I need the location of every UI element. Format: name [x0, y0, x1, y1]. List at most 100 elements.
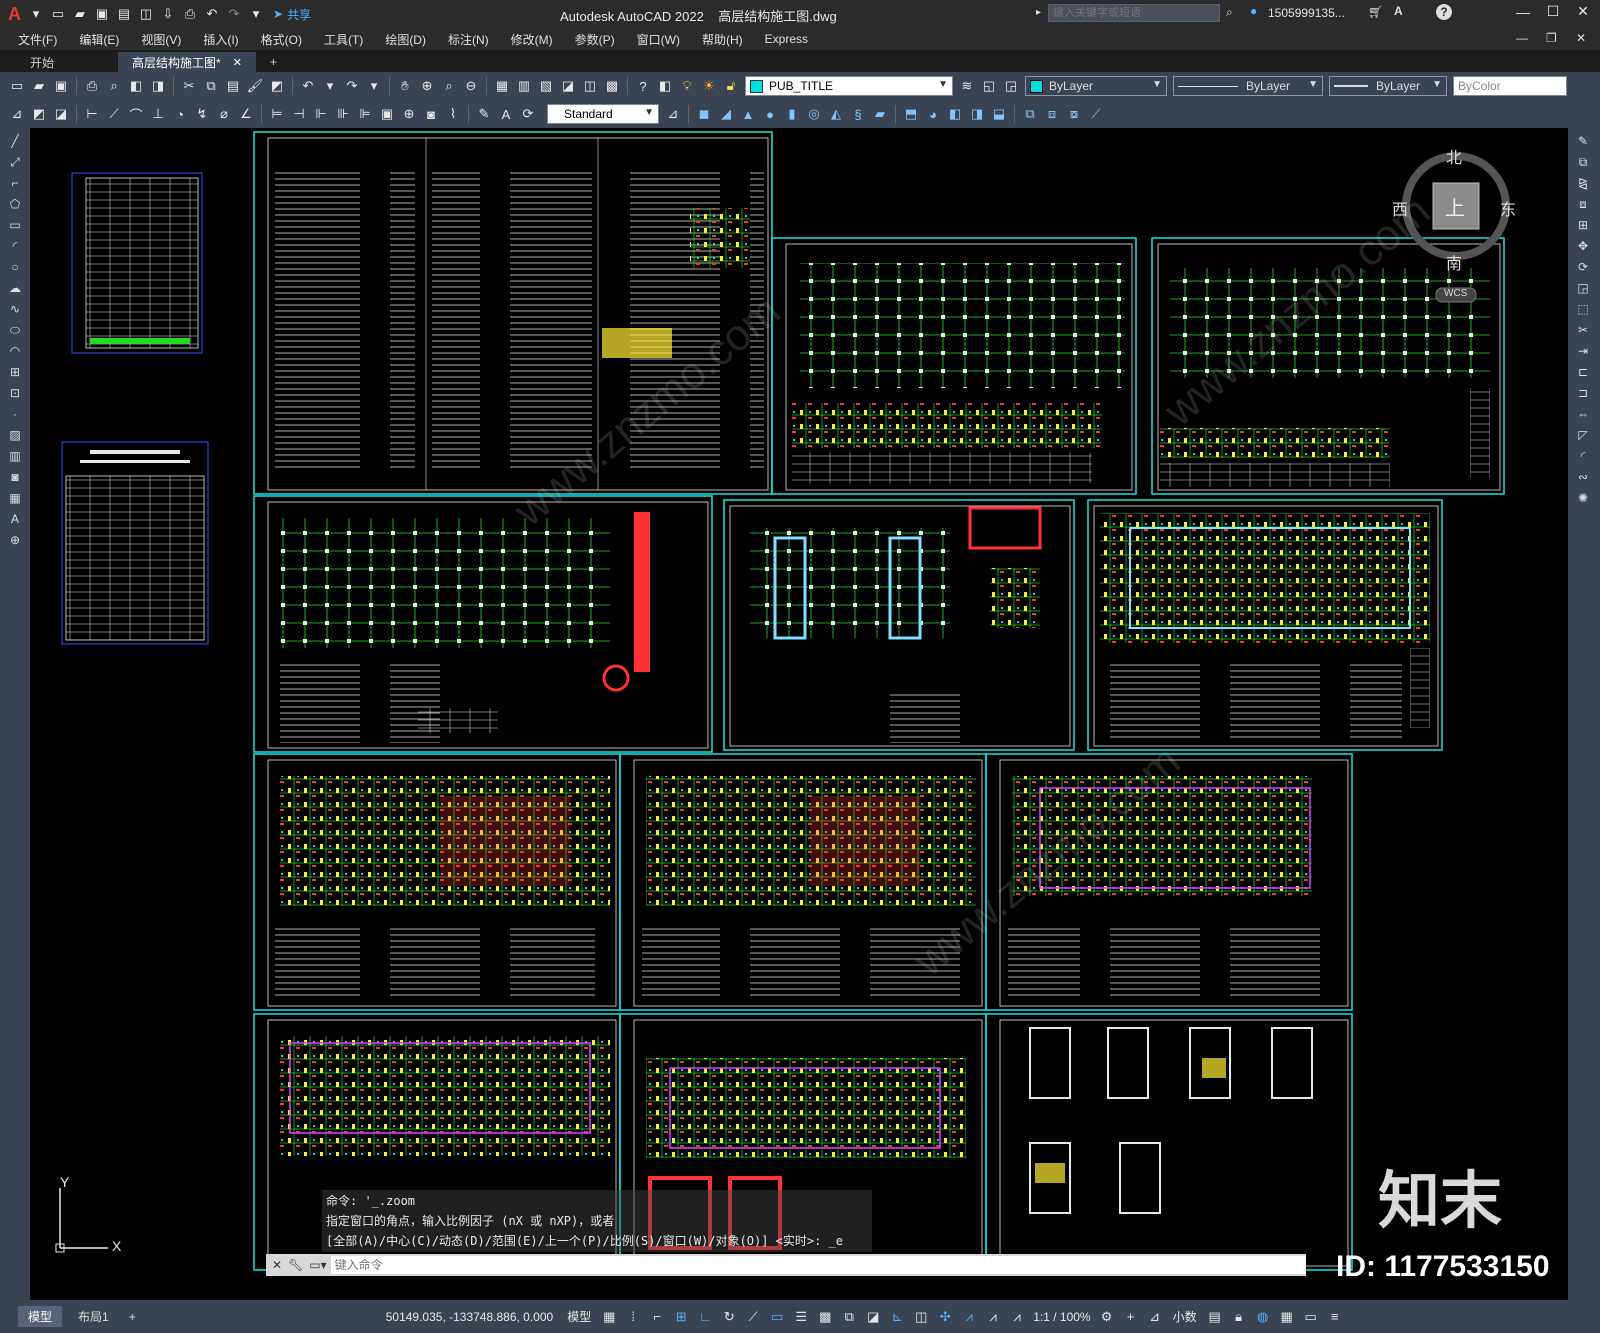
revolve-icon[interactable]: ◕ [924, 105, 942, 123]
center-mark-icon[interactable]: ⊕ [400, 105, 418, 123]
lineweight-dropdown[interactable]: ByLayer ▼ [1329, 76, 1447, 96]
properties-icon[interactable]: ▦ [493, 77, 511, 95]
rectangle-icon[interactable]: ▭ [6, 217, 24, 233]
scale-icon[interactable]: ◲ [1574, 280, 1592, 296]
tab-close-icon[interactable]: ✕ [233, 56, 242, 69]
plot-icon[interactable]: ⎙ [83, 77, 101, 95]
polygon-icon[interactable]: ⬠ [6, 196, 24, 212]
selection-filter-icon[interactable]: ◫ [911, 1308, 931, 1326]
menu-draw[interactable]: 绘图(D) [379, 31, 432, 48]
isodraft-icon[interactable]: ⟋ [743, 1308, 763, 1326]
paste-icon[interactable]: ▤ [224, 77, 242, 95]
arc-length-icon[interactable]: ⌒ [127, 105, 145, 123]
trim-icon[interactable]: ✂ [1574, 322, 1592, 338]
model-space-canvas[interactable]: www.znzmo.com www.znzmo.com www.znzmo.co… [30, 128, 1568, 1300]
selection-cycling-icon[interactable]: ⧉ [839, 1308, 859, 1326]
arc-icon[interactable]: ◜ [6, 238, 24, 254]
extrude-icon[interactable]: ⬒ [902, 105, 920, 123]
helix-icon[interactable]: § [849, 105, 867, 123]
clean-screen-icon[interactable]: ▭ [1301, 1308, 1321, 1326]
open-folder-icon[interactable]: ▰ [71, 5, 89, 23]
dwf-icon[interactable]: ◨ [149, 77, 167, 95]
model-space-button[interactable]: 模型 [567, 1308, 591, 1325]
jogged-linear-icon[interactable]: ⌇ [444, 105, 462, 123]
slice-icon[interactable]: ⟋ [1087, 105, 1105, 123]
layer-on-icon[interactable]: 💡︎ [678, 77, 696, 95]
copy-object-icon[interactable]: ⧉ [1574, 154, 1592, 170]
copy-icon[interactable]: ⧉ [202, 77, 220, 95]
extend-icon[interactable]: ⇥ [1574, 343, 1592, 359]
close-button[interactable]: ✕ [1568, 3, 1598, 20]
gizmo-icon[interactable]: ✣ [935, 1308, 955, 1326]
layer-manager-icon[interactable]: ◧ [656, 77, 674, 95]
redo-icon[interactable]: ↷ [225, 5, 243, 23]
user-name[interactable]: 1505999135... [1268, 6, 1345, 20]
cone-icon[interactable]: ▲ [739, 105, 757, 123]
tab-start[interactable]: 开始 [16, 52, 68, 72]
wedge-icon[interactable]: ◢ [717, 105, 735, 123]
array-icon[interactable]: ⊞ [1574, 217, 1592, 233]
zoom-previous-icon[interactable]: ⊖ [462, 77, 480, 95]
quickcalc-icon[interactable]: ▩ [603, 77, 621, 95]
annotation-visibility-icon[interactable]: ⩘ [959, 1308, 979, 1326]
search-icon[interactable]: ⌕ [1226, 5, 1233, 20]
polar-tracking-icon[interactable]: ↻ [719, 1308, 739, 1326]
markup-icon[interactable]: ◫ [581, 77, 599, 95]
save-icon[interactable]: ▣ [52, 77, 70, 95]
menu-modify[interactable]: 修改(M) [505, 31, 559, 48]
annotation-scale-icon[interactable]: ⩘ [1007, 1308, 1027, 1326]
match-properties-icon[interactable]: 🖌︎ [246, 77, 264, 95]
search-input[interactable] [1048, 4, 1220, 22]
maximize-button[interactable]: ☐ [1538, 3, 1568, 20]
multiline-text-icon[interactable]: A [6, 511, 24, 527]
tolerance-icon[interactable]: ▣ [378, 105, 396, 123]
make-block-icon[interactable]: ⊡ [6, 385, 24, 401]
a360-icon[interactable]: A [1394, 4, 1403, 18]
explode-icon[interactable]: ✺ [1574, 490, 1592, 506]
intersect-icon[interactable]: ⧇ [1065, 105, 1083, 123]
doc-close-button[interactable]: ✕ [1576, 31, 1586, 45]
region-icon[interactable]: ◙ [6, 469, 24, 485]
design-center-icon[interactable]: ▥ [515, 77, 533, 95]
dim-style-dropdown[interactable]: Standard ▼ [547, 104, 659, 124]
doc-minimize-button[interactable]: — [1516, 31, 1528, 45]
help-icon[interactable]: ? [634, 77, 652, 95]
radius-dim-icon[interactable]: ◔ [171, 105, 189, 123]
menu-insert[interactable]: 插入(I) [197, 31, 244, 48]
line-icon[interactable]: ╱ [6, 133, 24, 149]
units-readout[interactable]: 小数 [1173, 1308, 1197, 1325]
baseline-dim-icon[interactable]: ⊣ [290, 105, 308, 123]
make-current-layer-icon[interactable]: ≋ [958, 77, 976, 95]
autocad-logo-icon[interactable]: A [8, 4, 21, 25]
spline-icon[interactable]: ∿ [6, 301, 24, 317]
redo-dropdown-icon[interactable]: ▾ [365, 77, 383, 95]
ordinate-dim-icon[interactable]: ⊥ [149, 105, 167, 123]
tab-layout1[interactable]: 布局1 [68, 1306, 119, 1327]
space-dim-icon[interactable]: ⊪ [334, 105, 352, 123]
dim-text-edit-icon[interactable]: A [497, 105, 515, 123]
cut-icon[interactable]: ✂ [180, 77, 198, 95]
inspection-icon[interactable]: ◙ [422, 105, 440, 123]
blend-icon[interactable]: ∾ [1574, 469, 1592, 485]
user-icon[interactable]: ● [1250, 4, 1257, 18]
cylinder-icon[interactable]: ▮ [783, 105, 801, 123]
tool-palettes-icon[interactable]: ▧ [537, 77, 555, 95]
snap-icon[interactable]: ⁞ [623, 1308, 643, 1326]
insert-block-icon[interactable]: ⊞ [6, 364, 24, 380]
app-menu-chevron-icon[interactable]: ▾ [27, 5, 45, 23]
move-icon[interactable]: ✥ [1574, 238, 1592, 254]
auto-scale-icon[interactable]: ⩘ [983, 1308, 1003, 1326]
pyramid-icon[interactable]: ◭ [827, 105, 845, 123]
save-as-icon[interactable]: ▤ [115, 5, 133, 23]
break-dim-icon[interactable]: ⊫ [356, 105, 374, 123]
jogged-dim-icon[interactable]: ↯ [193, 105, 211, 123]
chamfer-icon[interactable]: ◸ [1574, 427, 1592, 443]
torus-icon[interactable]: ◎ [805, 105, 823, 123]
presspull-icon[interactable]: ⬓ [990, 105, 1008, 123]
layer-states-icon[interactable]: ◲ [1002, 77, 1020, 95]
sheet-set-icon[interactable]: ◪ [559, 77, 577, 95]
continue-dim-icon[interactable]: ⊩ [312, 105, 330, 123]
search-expand-icon[interactable]: ▸ [1036, 7, 1041, 18]
menu-dimension[interactable]: 标注(N) [442, 31, 495, 48]
coordinates-readout[interactable]: 50149.035, -133748.886, 0.000 [386, 1310, 553, 1324]
